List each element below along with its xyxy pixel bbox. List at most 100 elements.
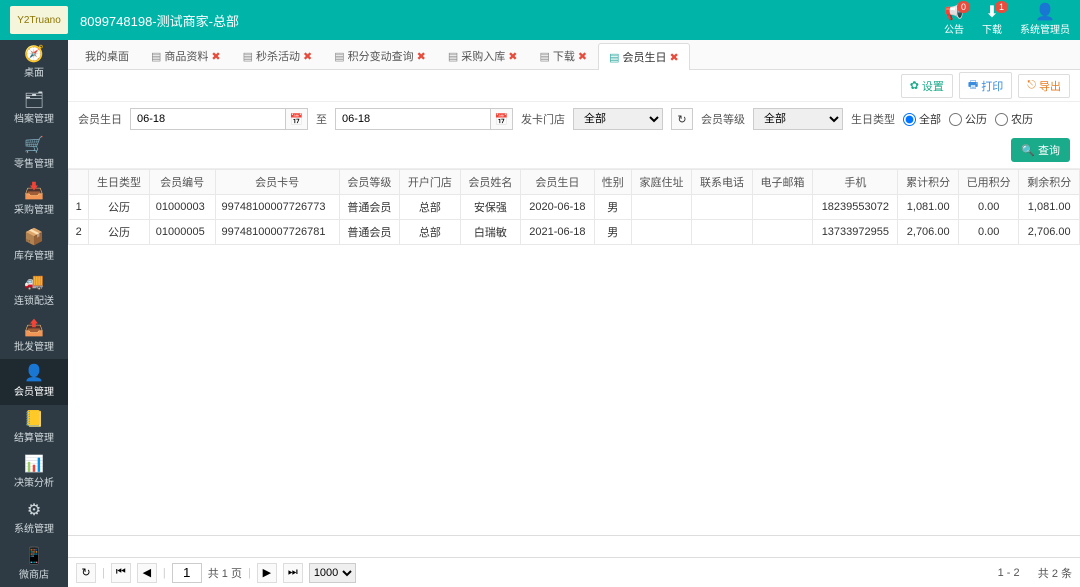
download-button[interactable]: ⬇ 下载 1 [982, 5, 1002, 36]
col-header[interactable]: 会员等级 [339, 170, 399, 195]
archive-icon: 🗂 [24, 92, 44, 110]
tab-doc-icon: ▤ [151, 50, 161, 63]
announce-button[interactable]: 📢 公告 0 [944, 5, 964, 36]
export-icon: ⎋ [1027, 79, 1036, 92]
sidebar-item-retail[interactable]: 🛒零售管理 [0, 131, 68, 177]
tab-积分变动查询[interactable]: ▤积分变动查询✖ [323, 42, 437, 69]
gear-icon: ⚙ [27, 502, 41, 520]
announce-badge: 0 [957, 1, 970, 13]
table-row[interactable]: 1公历0100000399748100007726773普通会员总部安保强202… [69, 195, 1080, 220]
page-size-select[interactable]: 1000 [309, 563, 356, 583]
filter-bar: 会员生日 📅 至 📅 发卡门店 全部 ↻ 会员等级 全部 生日类型 全部 公历 … [68, 102, 1080, 169]
data-grid: 生日类型会员编号会员卡号会员等级开户门店会员姓名会员生日性别家庭住址联系电话电子… [68, 169, 1080, 535]
next-page-button[interactable]: ▶ [257, 563, 277, 583]
close-icon[interactable]: ✖ [417, 50, 426, 63]
tab-doc-icon: ▤ [540, 50, 550, 63]
tab-我的桌面[interactable]: 我的桌面 [74, 42, 140, 69]
type-radio-lunar[interactable]: 农历 [995, 111, 1033, 127]
tab-doc-icon: ▤ [609, 51, 619, 64]
close-icon[interactable]: ✖ [211, 50, 220, 63]
close-icon[interactable]: ✖ [303, 50, 312, 63]
birthday-label: 会员生日 [78, 111, 122, 127]
col-header[interactable]: 电子邮箱 [752, 170, 812, 195]
tab-doc-icon: ▤ [448, 50, 458, 63]
type-label: 生日类型 [851, 111, 895, 127]
col-header[interactable]: 手机 [813, 170, 898, 195]
sidebar-item-desktop[interactable]: 🧭桌面 [0, 40, 68, 86]
cart-icon: 🛒 [24, 137, 44, 155]
printer-icon: 🖶 [968, 76, 978, 95]
sidebar-item-system[interactable]: ⚙系统管理 [0, 496, 68, 542]
col-header[interactable]: 累计积分 [898, 170, 958, 195]
settings-button[interactable]: ✿设置 [901, 74, 953, 98]
sidebar-item-member[interactable]: 👤会员管理 [0, 359, 68, 405]
user-menu[interactable]: 👤 系统管理员 [1020, 5, 1070, 36]
warehouse-icon: 📦 [24, 229, 44, 247]
col-header[interactable]: 会员卡号 [215, 170, 339, 195]
gear-icon: ✿ [910, 79, 919, 92]
col-header[interactable]: 已用积分 [958, 170, 1018, 195]
first-page-button[interactable]: ⏮ [111, 563, 131, 583]
tab-bar: 我的桌面▤商品资料✖▤秒杀活动✖▤积分变动查询✖▤采购入库✖▤下载✖▤会员生日✖ [68, 40, 1080, 70]
print-button[interactable]: 🖶打印 [959, 72, 1012, 99]
download-badge: 1 [995, 1, 1008, 13]
col-header[interactable]: 生日类型 [89, 170, 149, 195]
sidebar-item-purchase[interactable]: 📥采购管理 [0, 177, 68, 223]
date-to-input[interactable] [335, 108, 491, 130]
close-icon[interactable]: ✖ [508, 50, 517, 63]
logo: Y2Truano [10, 6, 68, 34]
store-select[interactable]: 全部 [573, 108, 663, 130]
truck-icon: 📥 [24, 183, 44, 201]
page-title: 8099748198-测试商家-总部 [80, 11, 944, 30]
sidebar-item-settle[interactable]: 📒结算管理 [0, 405, 68, 451]
pager-range: 1 - 2 [998, 567, 1020, 579]
refresh-button[interactable]: ↻ [76, 563, 96, 583]
query-button[interactable]: 🔍查询 [1011, 138, 1070, 162]
col-header[interactable]: 家庭住址 [631, 170, 691, 195]
content-toolbar: ✿设置 🖶打印 ⎋导出 [68, 70, 1080, 102]
prev-page-button[interactable]: ◀ [137, 563, 157, 583]
col-header[interactable]: 会员生日 [521, 170, 595, 195]
sidebar-item-weshop[interactable]: 📱微商店 [0, 541, 68, 587]
col-header[interactable]: 开户门店 [400, 170, 460, 195]
store-label: 发卡门店 [521, 111, 565, 127]
close-icon[interactable]: ✖ [578, 50, 587, 63]
level-select[interactable]: 全部 [753, 108, 843, 130]
col-header[interactable]: 会员姓名 [460, 170, 520, 195]
sidebar-item-stock[interactable]: 📦库存管理 [0, 222, 68, 268]
page-input[interactable] [172, 563, 202, 583]
sidebar-item-chain[interactable]: 🚚连锁配送 [0, 268, 68, 314]
tab-下载[interactable]: ▤下载✖ [529, 42, 599, 69]
refresh-icon[interactable]: ↻ [671, 108, 693, 130]
sidebar-item-archive[interactable]: 🗂档案管理 [0, 86, 68, 132]
last-page-button[interactable]: ⏭ [283, 563, 303, 583]
pager: ↻ | ⏮ ◀ | 共 1 页 | ▶ ⏭ 1000 1 - 2 共 2 条 [68, 557, 1080, 587]
tab-秒杀活动[interactable]: ▤秒杀活动✖ [232, 42, 324, 69]
tab-采购入库[interactable]: ▤采购入库✖ [437, 42, 529, 69]
tab-商品资料[interactable]: ▤商品资料✖ [140, 42, 232, 69]
table-row[interactable]: 2公历0100000599748100007726781普通会员总部白瑞敏202… [69, 220, 1080, 245]
tab-doc-icon: ▤ [334, 50, 344, 63]
calendar-icon[interactable]: 📅 [491, 108, 513, 130]
gauge-icon: 🧭 [24, 46, 44, 64]
close-icon[interactable]: ✖ [670, 51, 679, 64]
tab-会员生日[interactable]: ▤会员生日✖ [598, 43, 690, 70]
export-button[interactable]: ⎋导出 [1018, 74, 1070, 98]
type-radio-solar[interactable]: 公历 [949, 111, 987, 127]
sidebar-item-wholesale[interactable]: 📤批发管理 [0, 313, 68, 359]
col-header[interactable]: 联系电话 [692, 170, 752, 195]
sidebar: 🧭桌面🗂档案管理🛒零售管理📥采购管理📦库存管理🚚连锁配送📤批发管理👤会员管理📒结… [0, 40, 68, 587]
chart-icon: 📊 [24, 456, 44, 474]
type-radio-all[interactable]: 全部 [903, 111, 941, 127]
total-pages-label: 共 1 页 [208, 565, 242, 581]
col-header[interactable] [69, 170, 89, 195]
calendar-icon[interactable]: 📅 [286, 108, 308, 130]
col-header[interactable]: 性别 [594, 170, 631, 195]
tab-doc-icon: ▤ [243, 50, 253, 63]
col-header[interactable]: 剩余积分 [1019, 170, 1080, 195]
avatar-icon: 👤 [1035, 5, 1055, 21]
sidebar-item-decision[interactable]: 📊决策分析 [0, 450, 68, 496]
user-icon: 👤 [24, 365, 44, 383]
date-from-input[interactable] [130, 108, 286, 130]
col-header[interactable]: 会员编号 [149, 170, 215, 195]
